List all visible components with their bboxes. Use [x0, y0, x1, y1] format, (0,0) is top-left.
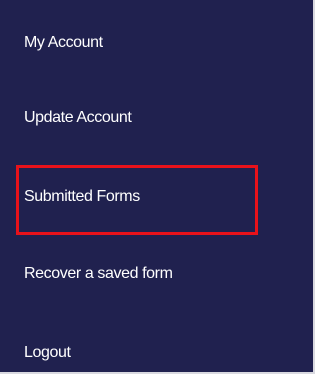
menu-item-label: My Account	[24, 34, 103, 51]
menu-item-submitted-forms[interactable]: Submitted Forms	[0, 177, 313, 217]
menu-item-my-account[interactable]: My Account	[0, 23, 313, 63]
account-menu-panel: My Account Update Account Submitted Form…	[0, 0, 315, 374]
menu-item-update-account[interactable]: Update Account	[0, 98, 313, 138]
menu-item-logout[interactable]: Logout	[0, 333, 313, 373]
menu-item-label: Submitted Forms	[24, 188, 140, 205]
menu-item-label: Logout	[24, 344, 71, 361]
menu-item-recover-saved-form[interactable]: Recover a saved form	[0, 254, 313, 294]
menu-item-label: Recover a saved form	[24, 265, 173, 282]
menu-item-label: Update Account	[24, 109, 132, 126]
